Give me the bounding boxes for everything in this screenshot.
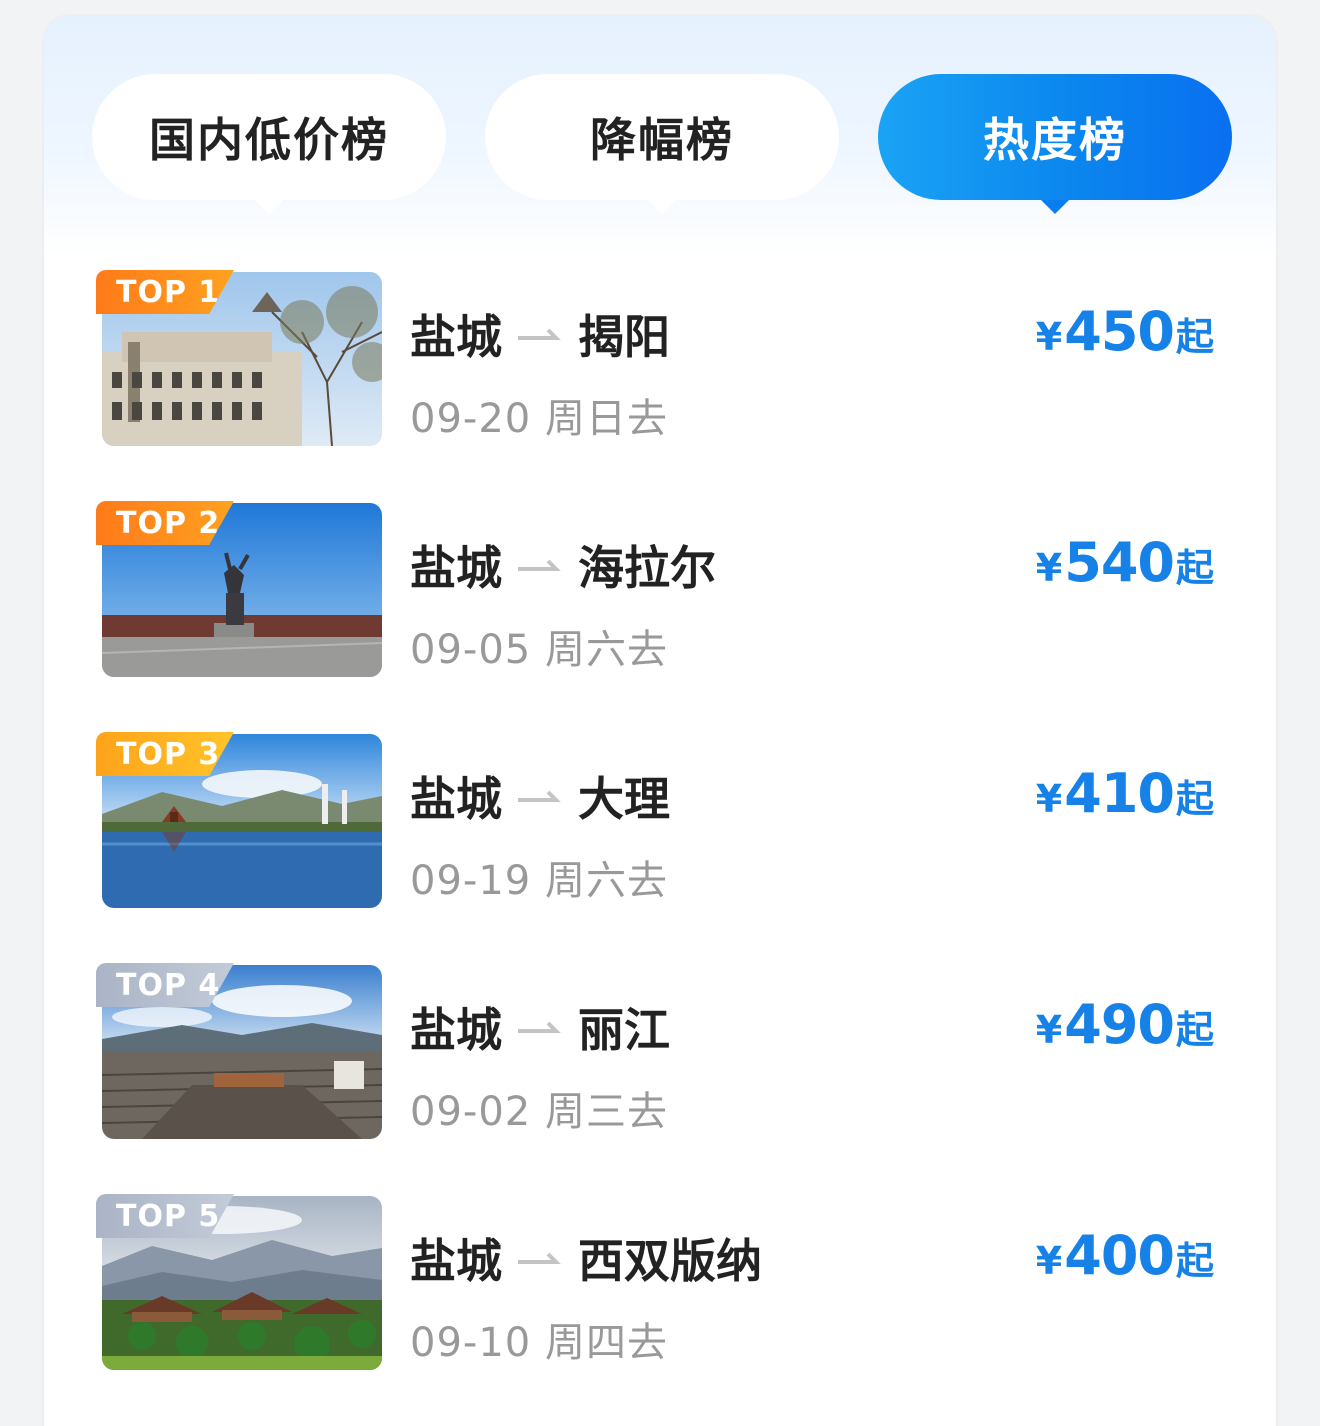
currency-symbol: ¥ — [1035, 546, 1063, 590]
departure-date: 09-10 周四去 — [410, 1320, 668, 1366]
price-tag: ¥ 400 起 — [1036, 1224, 1214, 1287]
price-tag: ¥ 490 起 — [1036, 993, 1214, 1056]
destination-city: 揭阳 — [578, 310, 670, 364]
arrow-right-icon — [518, 790, 561, 802]
price-suffix: 起 — [1175, 546, 1214, 590]
price-value: 410 — [1064, 762, 1175, 825]
price-value: 540 — [1064, 531, 1175, 594]
route-item[interactable]: TOP 5 盐城 西双版纳 09-10 周四去 ¥ 400 起 — [44, 1194, 1276, 1370]
departure-date: 09-20 周日去 — [410, 396, 668, 442]
route-title: 盐城 海拉尔 — [410, 535, 716, 595]
destination-city: 海拉尔 — [578, 541, 716, 595]
ranking-tabs: 国内低价榜 降幅榜 热度榜 — [44, 16, 1276, 256]
tab-domestic-low-price[interactable]: 国内低价榜 — [92, 74, 446, 214]
currency-symbol: ¥ — [1035, 777, 1063, 821]
price-suffix: 起 — [1175, 777, 1214, 821]
price-value: 400 — [1064, 1224, 1175, 1287]
departure-date: 09-19 周六去 — [410, 858, 668, 904]
route-title: 盐城 西双版纳 — [410, 1228, 762, 1288]
route-item[interactable]: TOP 4 盐城 丽江 09-02 周三去 ¥ 490 起 — [44, 963, 1276, 1139]
route-item[interactable]: TOP 2 盐城 海拉尔 09-05 周六去 ¥ 540 起 — [44, 501, 1276, 677]
price-tag: ¥ 540 起 — [1036, 531, 1214, 594]
price-suffix: 起 — [1175, 1008, 1214, 1052]
arrow-right-icon — [518, 1252, 561, 1264]
destination-city: 大理 — [578, 772, 670, 826]
origin-city: 盐城 — [410, 772, 502, 826]
route-item[interactable]: TOP 3 盐城 大理 09-19 周六去 ¥ 410 起 — [44, 732, 1276, 908]
currency-symbol: ¥ — [1035, 1239, 1063, 1283]
route-title: 盐城 丽江 — [410, 997, 670, 1057]
price-value: 490 — [1064, 993, 1175, 1056]
destination-city: 西双版纳 — [578, 1234, 762, 1288]
route-title: 盐城 揭阳 — [410, 304, 670, 364]
price-tag: ¥ 450 起 — [1036, 300, 1214, 363]
currency-symbol: ¥ — [1035, 315, 1063, 359]
departure-date: 09-02 周三去 — [410, 1089, 668, 1135]
price-tag: ¥ 410 起 — [1036, 762, 1214, 825]
tab-price-drop[interactable]: 降幅榜 — [485, 74, 839, 214]
origin-city: 盐城 — [410, 310, 502, 364]
arrow-right-icon — [518, 559, 561, 571]
price-suffix: 起 — [1175, 1239, 1214, 1283]
price-suffix: 起 — [1175, 315, 1214, 359]
tab-popularity[interactable]: 热度榜 — [878, 74, 1232, 214]
destination-city: 丽江 — [578, 1003, 670, 1057]
arrow-right-icon — [518, 328, 561, 340]
origin-city: 盐城 — [410, 541, 502, 595]
currency-symbol: ¥ — [1035, 1008, 1063, 1052]
route-title: 盐城 大理 — [410, 766, 670, 826]
route-item[interactable]: TOP 1 盐城 揭阳 09-20 周日去 ¥ 450 起 — [44, 270, 1276, 446]
ranking-card: 国内低价榜 降幅榜 热度榜 TOP 1 盐城 揭阳 09-20 周日去 ¥ 45… — [42, 14, 1278, 1426]
origin-city: 盐城 — [410, 1003, 502, 1057]
origin-city: 盐城 — [410, 1234, 502, 1288]
arrow-right-icon — [518, 1021, 561, 1033]
departure-date: 09-05 周六去 — [410, 627, 668, 673]
price-value: 450 — [1064, 300, 1175, 363]
